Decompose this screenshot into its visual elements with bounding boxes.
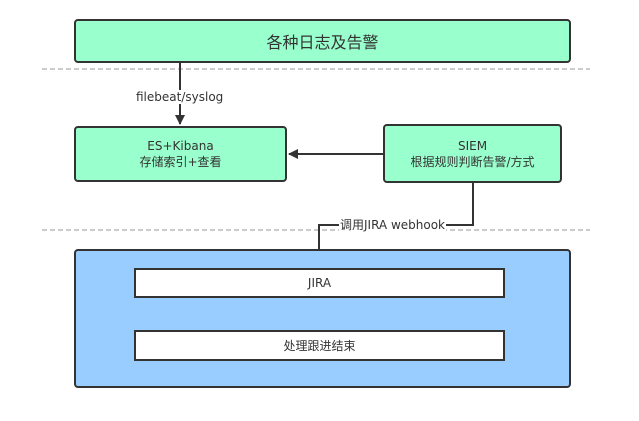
siem-title: SIEM [457, 138, 488, 153]
es-desc: 存储索引+查看 [139, 155, 222, 169]
webhook-edge-label: 调用JIRA webhook [339, 218, 447, 232]
siem-node[interactable]: SIEM 根据规则判断告警/方式 [383, 124, 562, 183]
es-kibana-node[interactable]: ES+Kibana 存储索引+查看 [74, 126, 287, 182]
filebeat-edge-label: filebeat/syslog [135, 90, 225, 104]
sources-node[interactable]: 各种日志及告警 [74, 19, 571, 63]
jira-label: JIRA [307, 276, 332, 290]
process-node[interactable]: 处理跟进结束 [134, 330, 505, 361]
process-label: 处理跟进结束 [283, 338, 356, 353]
siem-desc: 根据规则判断告警/方式 [410, 154, 535, 169]
sources-label: 各种日志及告警 [266, 33, 379, 52]
es-title: ES+Kibana [147, 139, 214, 153]
jira-node[interactable]: JIRA [134, 268, 505, 298]
